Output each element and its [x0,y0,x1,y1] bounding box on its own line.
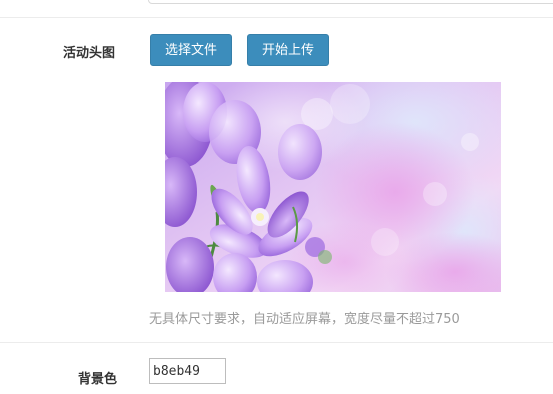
start-upload-button[interactable]: 开始上传 [247,34,329,66]
form-page: 活动头图 选择文件 开始上传 无具体尺寸要求，自动适应屏幕，宽度尽量不超过750… [0,0,553,394]
avatar-size-hint: 无具体尺寸要求，自动适应屏幕，宽度尽量不超过750 [149,312,460,327]
avatar-label: 活动头图 [63,46,116,61]
uploaded-image-preview [165,82,501,292]
choose-file-button[interactable]: 选择文件 [150,34,232,66]
background-color-input[interactable] [149,358,226,384]
divider [0,17,553,18]
previous-field-input[interactable] [148,0,553,4]
background-color-label: 背景色 [78,372,118,387]
divider [0,342,553,343]
